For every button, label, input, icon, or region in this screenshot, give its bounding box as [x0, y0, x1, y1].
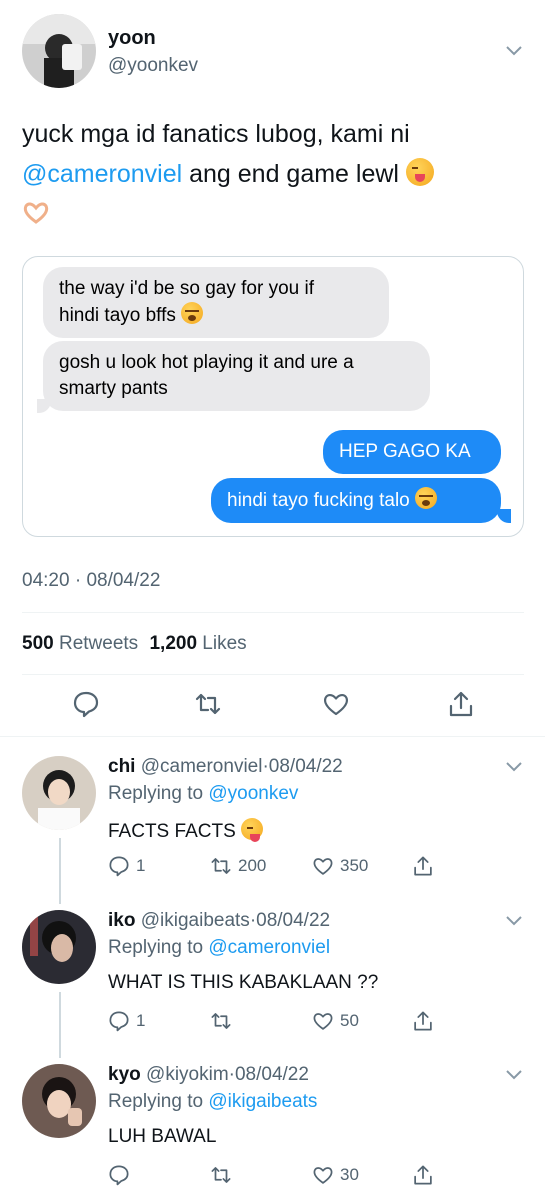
reply-avatar[interactable]	[22, 756, 96, 830]
tweet-stats: 500 Retweets 1,200 Likes	[22, 633, 247, 655]
retweets-count[interactable]: 500	[22, 633, 54, 654]
share-icon	[414, 1165, 432, 1185]
reply-button[interactable]: 1	[108, 1010, 145, 1032]
replying-to: Replying to @ikigaibeats	[108, 1091, 318, 1112]
reply-icon	[109, 1165, 129, 1186]
reply-count: 1	[136, 856, 146, 875]
reply-avatar[interactable]	[22, 910, 96, 984]
chat-bubble-incoming: gosh u look hot playing it and ure a sma…	[43, 341, 430, 411]
replying-to-link[interactable]: @cameronviel	[208, 937, 330, 958]
like-count: 30	[340, 1165, 359, 1184]
chat-bubble-incoming: the way i'd be so gay for you if hindi t…	[43, 267, 389, 338]
likes-count[interactable]: 1,200	[149, 633, 197, 654]
bubble-tail	[37, 399, 51, 413]
reply-text: LUH BAWAL	[108, 1126, 217, 1147]
reply-author-name[interactable]: iko	[108, 910, 135, 931]
heart-hands-icon	[22, 196, 50, 224]
bubble-tail	[497, 509, 511, 523]
chevron-down-icon[interactable]	[506, 46, 522, 56]
reply-date[interactable]: 08/04/22	[235, 1064, 309, 1085]
replying-to: Replying to @yoonkev	[108, 783, 299, 804]
retweet-button[interactable]	[210, 1010, 238, 1032]
reply-author-handle[interactable]: @cameronviel	[141, 756, 263, 777]
share-icon	[414, 1011, 432, 1031]
tweet-text: yuck mga id fanatics lubog, kami ni @cam…	[22, 114, 527, 234]
like-button[interactable]: 50	[312, 1010, 359, 1032]
like-button[interactable]: 30	[312, 1164, 359, 1186]
retweets-label[interactable]: Retweets	[59, 633, 138, 654]
retweet-button[interactable]: 200	[210, 855, 266, 877]
thread-line	[59, 838, 61, 904]
retweet-icon	[211, 1167, 231, 1183]
like-button[interactable]: 350	[312, 855, 368, 877]
share-button[interactable]	[412, 855, 440, 877]
likes-label[interactable]: Likes	[202, 633, 246, 654]
divider	[0, 736, 545, 737]
reply-icon	[109, 1011, 129, 1032]
reply-icon[interactable]	[72, 690, 100, 718]
like-icon	[313, 1013, 333, 1030]
share-button[interactable]	[412, 1164, 440, 1186]
reply-date[interactable]: 08/04/22	[256, 910, 330, 931]
like-icon[interactable]	[322, 690, 350, 718]
retweet-icon	[211, 1013, 231, 1029]
reply-count: 1	[136, 1011, 146, 1030]
reply-author-name[interactable]: chi	[108, 756, 135, 777]
reply-header: chi @cameronviel·08/04/22	[108, 756, 343, 777]
retweet-count: 200	[238, 856, 267, 875]
reply-header: kyo @kiyokim·08/04/22	[108, 1064, 309, 1085]
tweet-text-part1: yuck mga id fanatics lubog, kami ni	[22, 120, 410, 148]
replying-to-link[interactable]: @yoonkev	[208, 783, 298, 804]
retweet-button[interactable]	[210, 1164, 238, 1186]
like-count: 350	[340, 856, 369, 875]
share-icon	[414, 856, 432, 876]
chat-bubble-outgoing: HEP GAGO KA	[323, 430, 501, 474]
chat-bubble-outgoing: hindi tayo fucking talo	[211, 478, 501, 523]
replying-to: Replying to @cameronviel	[108, 937, 331, 958]
reply-text: WHAT IS THIS KABAKLAAN ??	[108, 972, 379, 993]
chevron-down-icon[interactable]	[506, 916, 522, 926]
reply-button[interactable]: 1	[108, 855, 145, 877]
retweet-icon	[211, 858, 231, 874]
retweet-icon[interactable]	[194, 690, 222, 718]
tweet-timestamp[interactable]: 04:20 · 08/04/22	[22, 570, 160, 592]
loudly-crying-face-icon	[181, 302, 204, 324]
reply-button[interactable]	[108, 1164, 136, 1186]
like-count: 50	[340, 1011, 359, 1030]
reply-author-handle[interactable]: @kiyokim	[146, 1064, 229, 1085]
share-button[interactable]	[412, 1010, 440, 1032]
reply-icon	[109, 856, 129, 877]
reply-text: FACTS FACTS	[108, 818, 264, 843]
divider	[22, 674, 524, 675]
thread-line	[59, 992, 61, 1058]
author-handle[interactable]: @yoonkev	[108, 55, 198, 77]
reply-author-name[interactable]: kyo	[108, 1064, 141, 1085]
author-name[interactable]: yoon	[108, 27, 156, 50]
author-avatar[interactable]	[22, 14, 96, 88]
tweet-text-part2: ang end game lewl	[182, 160, 399, 188]
loudly-crying-face-icon	[415, 487, 438, 509]
mention-link[interactable]: @cameronviel	[22, 160, 182, 188]
reply-date[interactable]: 08/04/22	[269, 756, 343, 777]
replying-to-link[interactable]: @ikigaibeats	[208, 1091, 317, 1112]
like-icon	[313, 858, 333, 875]
like-icon	[313, 1167, 333, 1184]
face-with-hand-over-mouth-icon	[241, 818, 264, 842]
reply-author-handle[interactable]: @ikigaibeats	[141, 910, 250, 931]
share-icon[interactable]	[447, 690, 475, 718]
tweet-image[interactable]: the way i'd be so gay for you if hindi t…	[22, 256, 524, 537]
squinting-tongue-face-icon	[405, 158, 434, 186]
chevron-down-icon[interactable]	[506, 762, 522, 772]
reply-avatar[interactable]	[22, 1064, 96, 1138]
divider	[22, 612, 524, 613]
reply-header: iko @ikigaibeats·08/04/22	[108, 910, 331, 931]
chevron-down-icon[interactable]	[506, 1070, 522, 1080]
